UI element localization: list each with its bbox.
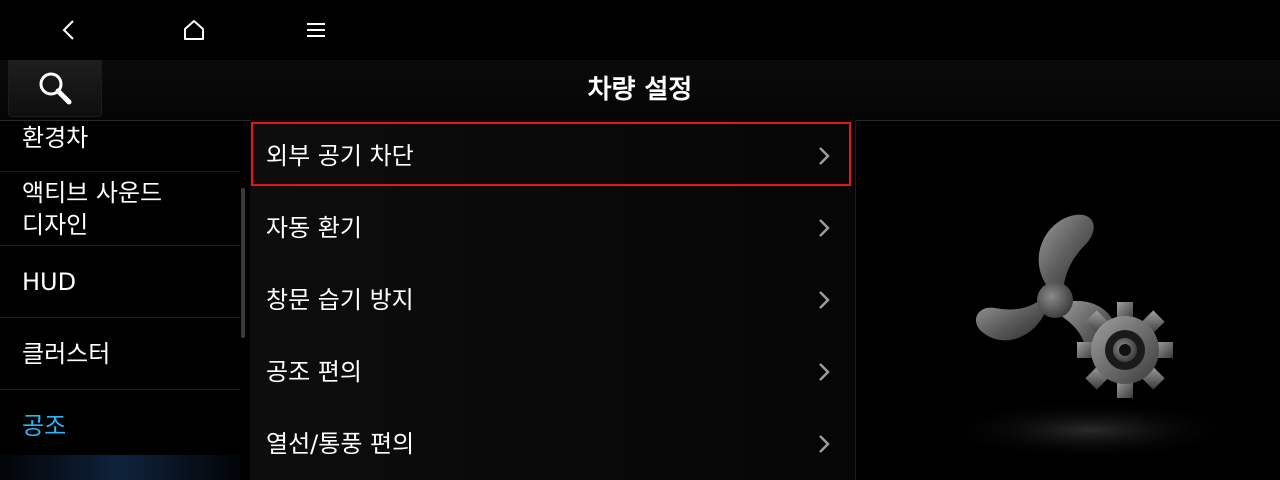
page-title: 차량 설정 [587, 75, 693, 105]
search-icon [39, 72, 72, 105]
chevron-left-icon [62, 20, 74, 40]
list-item-outside-air-block[interactable]: 외부 공기 차단 [250, 120, 855, 193]
sidebar-item-label: 클러스터 [22, 339, 111, 368]
sidebar-item-eco-vehicle[interactable]: 환경차 [0, 120, 240, 172]
hamburger-menu-icon [307, 23, 325, 37]
search-button[interactable] [8, 60, 102, 117]
settings-category-sidebar: 환경차 액티브 사운드 디자인 HUD 클러스터 공조 [0, 120, 248, 480]
sidebar-item-cluster[interactable]: 클러스터 [0, 318, 240, 390]
fan-gear-icon [940, 214, 1240, 460]
chevron-right-icon [819, 435, 830, 453]
list-item-auto-ventilation[interactable]: 자동 환기 [250, 192, 855, 265]
chevron-right-icon [819, 291, 830, 309]
sidebar-item-climate[interactable]: 공조 [0, 390, 240, 461]
back-button[interactable] [45, 8, 93, 52]
climate-settings-list: 외부 공기 차단 자동 환기 창문 습기 방지 공조 편의 열선/통풍 편의 [250, 120, 856, 480]
sidebar-item-label: 공조 [22, 411, 67, 440]
menu-button[interactable] [292, 8, 340, 52]
sidebar-item-active-sound-design[interactable]: 액티브 사운드 디자인 [0, 172, 240, 246]
list-item-window-defog[interactable]: 창문 습기 방지 [250, 264, 855, 337]
home-icon [184, 20, 204, 40]
active-item-glow [0, 455, 240, 480]
sidebar-item-label-line2: 디자인 [22, 210, 89, 239]
system-nav-bar [0, 0, 1280, 60]
header-bar: 차량 설정 [0, 60, 1280, 121]
list-item-label: 공조 편의 [266, 358, 362, 386]
sidebar-scrollbar[interactable] [241, 188, 245, 338]
chevron-right-icon [819, 219, 830, 237]
sidebar-item-label: 액티브 사운드 [22, 178, 163, 207]
home-button[interactable] [170, 8, 218, 52]
chevron-right-icon [819, 147, 830, 165]
sidebar-item-hud[interactable]: HUD [0, 246, 240, 318]
list-item-label: 창문 습기 방지 [266, 286, 414, 314]
list-item-label: 외부 공기 차단 [266, 142, 414, 170]
list-item-label: 자동 환기 [266, 214, 362, 242]
chevron-right-icon [819, 363, 830, 381]
sidebar-item-label: 환경차 [22, 124, 89, 152]
list-item-climate-convenience[interactable]: 공조 편의 [250, 336, 855, 409]
sidebar-item-label: HUD [22, 267, 77, 296]
list-item-label: 열선/통풍 편의 [266, 430, 415, 458]
list-item-heated-ventilated-convenience[interactable]: 열선/통풍 편의 [250, 408, 855, 480]
